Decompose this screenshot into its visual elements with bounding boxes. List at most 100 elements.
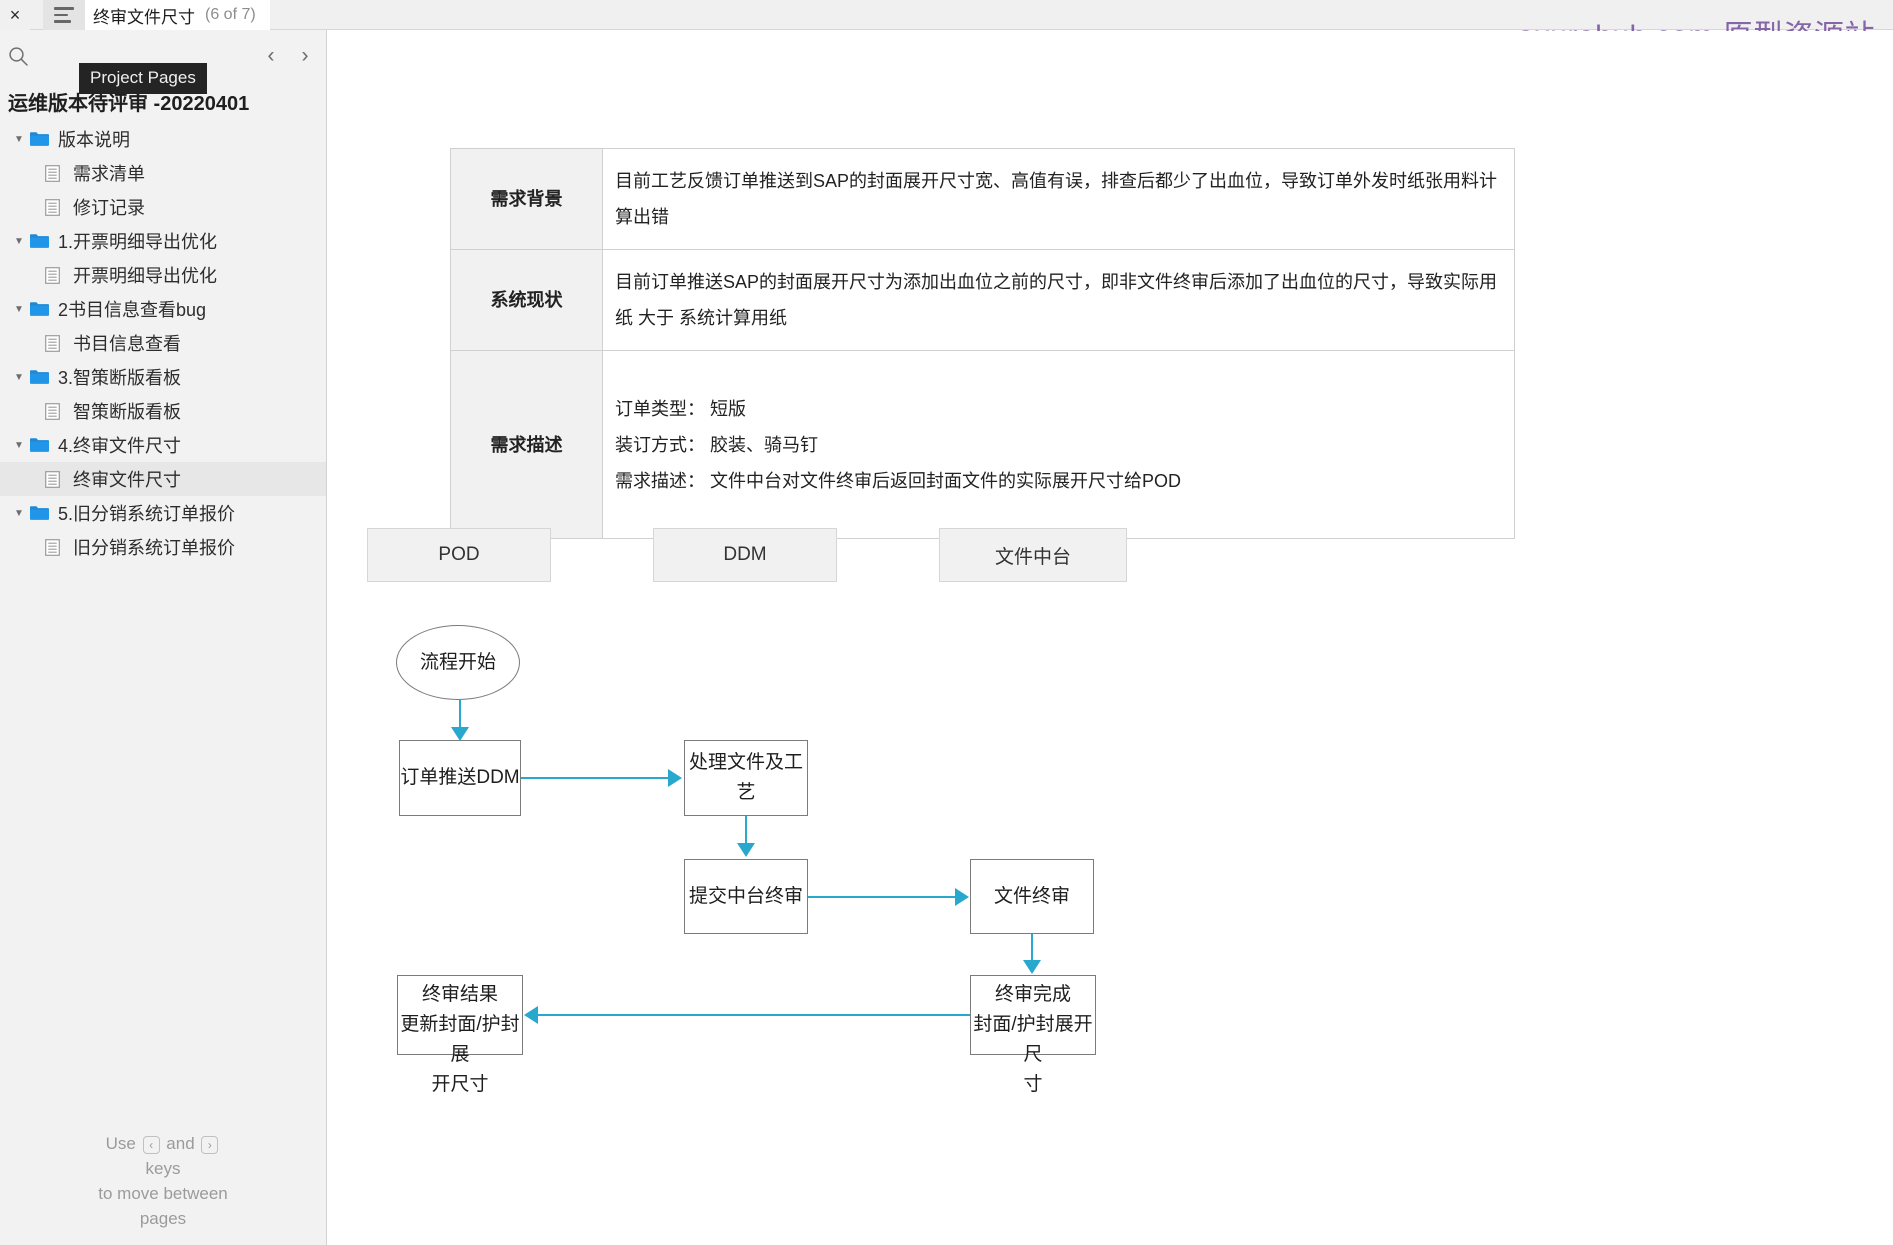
key-next-cap: › (201, 1135, 219, 1154)
tree-item-label: 3.智策断版看板 (58, 368, 182, 388)
page-icon (45, 470, 71, 488)
folder-icon (30, 505, 56, 521)
description-line: 装订方式： 胶装、骑马钉 (615, 434, 818, 455)
row-body-current-state: 目前订单推送SAP的封面展开尺寸为添加出血位之前的尺寸，即非文件终审后添加了出血… (602, 249, 1515, 351)
folder-icon (30, 131, 56, 147)
folder-icon (30, 132, 49, 146)
row-header-current-state: 系统现状 (450, 249, 603, 351)
connector-complete-to-result (538, 1014, 970, 1016)
help-line-2: keys (145, 1159, 181, 1178)
folder-icon (30, 301, 56, 317)
tree-item-label: 旧分销系统订单报价 (73, 538, 235, 558)
help-line-4: pages (139, 1209, 187, 1228)
sidebar-help-text: Use ‹ and › keys to move between pages (0, 1131, 326, 1231)
close-button[interactable]: × (0, 0, 30, 30)
sidebar-toolbar: ‹ › Project Pages (0, 30, 326, 94)
page-icon (45, 402, 60, 420)
caret-down-icon[interactable]: ▼ (8, 440, 30, 451)
key-prev-cap: ‹ (142, 1135, 160, 1154)
help-use-label: Use (105, 1134, 136, 1153)
page-title-bar: 终审文件尺寸 (6 of 7) (85, 0, 270, 30)
page-icon (45, 470, 60, 488)
page-icon (45, 198, 71, 216)
tree-item-label: 修订记录 (73, 198, 145, 218)
search-button[interactable] (0, 38, 36, 74)
arrowhead-start-to-push-icon (451, 727, 469, 741)
tree-item-label: 智策断版看板 (73, 402, 181, 422)
tree-page-item[interactable]: 修订记录 (0, 190, 326, 224)
requirements-table: 需求背景 目前工艺反馈订单推送到SAP的封面展开尺寸宽、高值有误，排查后都少了出… (450, 148, 1515, 539)
project-pages-toggle-button[interactable] (43, 0, 85, 30)
tree-folder-item[interactable]: ▼ 2书目信息查看bug (0, 292, 326, 326)
folder-icon (30, 437, 56, 453)
flow-node-start[interactable]: 流程开始 (396, 625, 520, 700)
tree-page-item[interactable]: 需求清单 (0, 156, 326, 190)
tree-item-label: 终审文件尺寸 (73, 470, 181, 490)
flow-node-process-file[interactable]: 处理文件及工艺 (684, 740, 808, 816)
caret-down-icon[interactable]: ▼ (8, 508, 30, 519)
tree-page-item[interactable]: 旧分销系统订单报价 (0, 530, 326, 564)
next-page-button[interactable]: › (287, 38, 323, 74)
page-icon (45, 538, 71, 556)
hamburger-icon (54, 7, 74, 23)
page-title: 终审文件尺寸 (93, 7, 195, 27)
connector-push-to-process (521, 777, 668, 779)
caret-down-icon[interactable]: ▼ (8, 304, 30, 315)
previous-page-button[interactable]: ‹ (253, 38, 289, 74)
project-pages-sidebar: ‹ › Project Pages 运维版本待评审 -20220401 ▼ 版本说… (0, 30, 327, 1245)
tree-item-label: 2书目信息查看bug (58, 300, 207, 320)
tree-folder-item[interactable]: ▼ 3.智策断版看板 (0, 360, 326, 394)
folder-icon (30, 370, 49, 384)
arrowhead-final-to-complete-icon (1023, 960, 1041, 974)
tree-page-item[interactable]: 开票明细导出优化 (0, 258, 326, 292)
row-header-description: 需求描述 (450, 350, 603, 539)
node-line: 终审结果 (421, 984, 498, 1005)
flow-node-submit-review[interactable]: 提交中台终审 (684, 859, 808, 934)
tree-page-item[interactable]: 书目信息查看 (0, 326, 326, 360)
folder-icon (30, 302, 49, 316)
close-icon: × (9, 5, 21, 25)
page-icon (45, 198, 60, 216)
page-icon (45, 266, 60, 284)
flow-node-review-complete[interactable]: 终审完成 封面/护封展开尺 寸 (970, 975, 1096, 1095)
description-line: 订单类型： 短版 (615, 398, 747, 419)
arrowhead-push-to-process-icon (668, 769, 682, 787)
row-body-background: 目前工艺反馈订单推送到SAP的封面展开尺寸宽、高值有误，排查后都少了出血位，导致… (602, 148, 1515, 250)
caret-down-icon[interactable]: ▼ (8, 372, 30, 383)
chevron-right-icon: › (301, 44, 309, 67)
arrowhead-complete-to-result-icon (524, 1006, 538, 1024)
tree-item-label: 4.终审文件尺寸 (58, 436, 182, 456)
tree-item-label: 1.开票明细导出优化 (58, 232, 218, 252)
folder-icon (30, 233, 56, 249)
top-bar: × 终审文件尺寸 (6 of 7) axurehub.com 原型资源站 (0, 0, 1893, 53)
table-row: 需求描述 订单类型： 短版 装订方式： 胶装、骑马钉 需求描述： 文件中台对文件… (450, 350, 1515, 539)
tree-item-label: 书目信息查看 (73, 334, 181, 354)
flow-node-review-result[interactable]: 终审结果 更新封面/护封展 开尺寸 (397, 975, 523, 1095)
tree-folder-item[interactable]: ▼ 版本说明 (0, 122, 326, 156)
row-header-background: 需求背景 (450, 148, 603, 250)
chevron-left-icon: ‹ (267, 44, 275, 67)
flow-node-push-order[interactable]: 订单推送DDM (399, 740, 521, 816)
connector-start-to-push (459, 699, 461, 729)
caret-down-icon[interactable]: ▼ (8, 236, 30, 247)
node-line: 开尺寸 (431, 1074, 489, 1095)
lane-header-file-center: 文件中台 (939, 528, 1127, 582)
folder-icon (30, 438, 49, 452)
page-icon (45, 538, 60, 556)
tree-folder-item[interactable]: ▼ 1.开票明细导出优化 (0, 224, 326, 258)
tree-item-label: 版本说明 (58, 130, 130, 150)
tree-page-item[interactable]: 智策断版看板 (0, 394, 326, 428)
caret-down-icon[interactable]: ▼ (8, 134, 30, 145)
page-icon (45, 334, 71, 352)
page-icon (45, 164, 60, 182)
arrowhead-submit-to-final-icon (955, 888, 969, 906)
connector-final-to-complete (1031, 934, 1033, 962)
flow-node-final-review[interactable]: 文件终审 (970, 859, 1094, 934)
tree-folder-item[interactable]: ▼ 4.终审文件尺寸 (0, 428, 326, 462)
folder-icon (30, 234, 49, 248)
tree-folder-item[interactable]: ▼ 5.旧分销系统订单报价 (0, 496, 326, 530)
lane-header-ddm: DDM (653, 528, 837, 582)
tree-page-item[interactable]: 终审文件尺寸 (0, 462, 326, 496)
page-icon (45, 334, 60, 352)
page-icon (45, 164, 71, 182)
